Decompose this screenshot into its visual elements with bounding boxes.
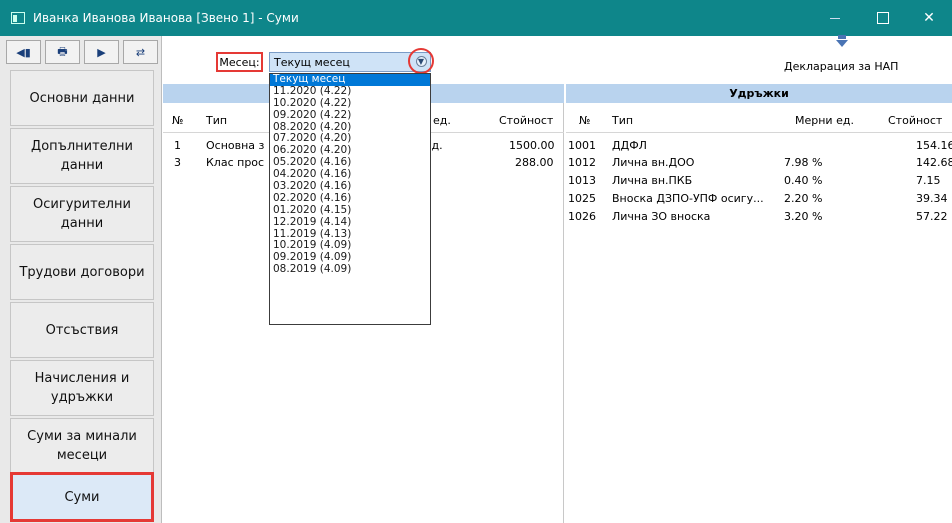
month-option[interactable]: 08.2019 (4.09)	[270, 263, 430, 276]
table-row-no: 1001	[568, 139, 596, 152]
minimize-button[interactable]	[812, 0, 858, 36]
table-row-no: 1	[174, 139, 181, 152]
table-row-no: 1013	[568, 174, 596, 187]
table-row-no: 1026	[568, 210, 596, 223]
dropdown-toggle[interactable]: ▼	[408, 48, 434, 74]
sidebar: ◀▮ 🖶 ▶ ⇄ Основни данни Допълнителни данн…	[0, 36, 162, 523]
next-record-icon[interactable]: ▶	[84, 40, 119, 64]
table-row-unit: 7.98 %	[784, 156, 823, 169]
sidebar-item-accruals-deductions[interactable]: Начисления и удръжки	[10, 360, 154, 416]
col-value: Стойност	[499, 114, 554, 127]
month-select[interactable]: Текущ месец	[269, 52, 431, 72]
sidebar-item-insurance-data[interactable]: Осигурителни данни	[10, 186, 154, 242]
month-option[interactable]: 11.2020 (4.22)	[270, 85, 430, 98]
table-row-value: 288.00	[515, 156, 554, 169]
table-row-no: 3	[174, 156, 181, 169]
table-row-value: 7.15	[916, 174, 941, 187]
table-row-type: Лична вн.ПКБ	[612, 174, 693, 187]
sidebar-item-absences[interactable]: Отсъствия	[10, 302, 154, 358]
table-row-value: 39.34	[916, 192, 948, 205]
table-row-type: ДДФЛ	[612, 139, 647, 152]
table-row-unit: 3.20 %	[784, 210, 823, 223]
print-icon[interactable]: 🖶	[45, 40, 80, 64]
table-row-value: 57.22	[916, 210, 948, 223]
month-dropdown-list[interactable]: Текущ месец 11.2020 (4.22) 10.2020 (4.22…	[269, 73, 431, 325]
window-title: Иванка Иванова Иванова [Звено 1] - Суми	[33, 11, 299, 25]
col-value: Стойност	[888, 114, 943, 127]
deductions-title: Удръжки	[566, 84, 952, 103]
table-row-value: 1500.00	[509, 139, 555, 152]
title-bar: Иванка Иванова Иванова [Звено 1] - Суми …	[0, 0, 952, 36]
table-row-unit: 2.20 %	[784, 192, 823, 205]
month-option[interactable]: 01.2020 (4.15)	[270, 204, 430, 217]
first-record-icon[interactable]: ◀▮	[6, 40, 41, 64]
nap-declaration-button[interactable]: Декларация за НАП	[784, 60, 898, 73]
table-row-value: 142.68	[916, 156, 952, 169]
download-arrow-icon[interactable]	[838, 35, 846, 39]
sidebar-item-basic-data[interactable]: Основни данни	[10, 70, 154, 126]
table-row-value: 154.16	[916, 139, 952, 152]
refresh-icon[interactable]: ⇄	[123, 40, 158, 64]
sidebar-item-sums[interactable]: Суми	[10, 472, 154, 522]
deductions-table: Удръжки № Тип Мерни ед. Стойност 1001 ДД…	[566, 84, 952, 523]
col-unit: ед.	[433, 114, 451, 127]
table-row-no: 1012	[568, 156, 596, 169]
app-icon	[11, 12, 25, 24]
col-unit: Мерни ед.	[795, 114, 854, 127]
col-no: №	[579, 114, 591, 127]
col-no: №	[172, 114, 184, 127]
table-row-type: Лична вн.ДОО	[612, 156, 695, 169]
sidebar-item-past-months[interactable]: Суми за минали месеци	[10, 418, 154, 474]
close-button[interactable]: ✕	[906, 0, 952, 36]
sidebar-item-contracts[interactable]: Трудови договори	[10, 244, 154, 300]
table-row-type: Лична ЗО вноска	[612, 210, 711, 223]
table-row-type: Основна з	[206, 139, 265, 152]
table-row-unit: 0.40 %	[784, 174, 823, 187]
header-divider	[566, 132, 952, 133]
month-option[interactable]: 02.2020 (4.16)	[270, 192, 430, 205]
maximize-button[interactable]	[860, 0, 906, 36]
month-label: Месец:	[216, 52, 263, 72]
table-row-type: Вноска ДЗПО-УПФ осигу...	[612, 192, 764, 205]
table-row-type: Клас прос	[206, 156, 265, 169]
month-option[interactable]: 12.2019 (4.14)	[270, 216, 430, 229]
month-option[interactable]: 09.2020 (4.22)	[270, 109, 430, 122]
download-arrow-head-icon[interactable]	[836, 40, 848, 47]
col-type: Тип	[612, 114, 634, 127]
chevron-down-icon: ▼	[415, 55, 427, 67]
month-option[interactable]: 10.2020 (4.22)	[270, 97, 430, 110]
table-row-no: 1025	[568, 192, 596, 205]
nav-toolbar: ◀▮ 🖶 ▶ ⇄	[6, 40, 158, 66]
col-type: Тип	[206, 114, 228, 127]
sidebar-item-additional-data[interactable]: Допълнителни данни	[10, 128, 154, 184]
